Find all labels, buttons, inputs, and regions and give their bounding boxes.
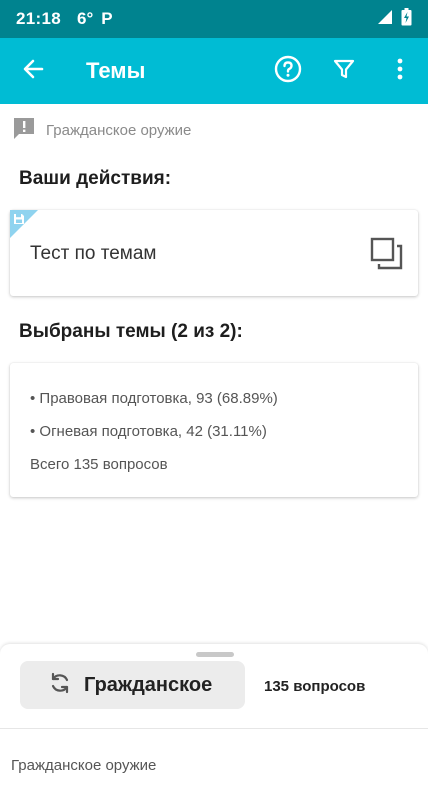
- topic-row: • Правовая подготовка, 93 (68.89%): [30, 390, 278, 407]
- copy-icon: [370, 237, 404, 276]
- category-switch-button[interactable]: Гражданское: [20, 661, 245, 709]
- topic-test-label: Тест по темам: [30, 243, 157, 264]
- more-menu-button[interactable]: [372, 38, 428, 104]
- total-questions: Всего 135 вопросов: [30, 456, 168, 473]
- refresh-icon: [48, 671, 72, 700]
- app-bar-actions: [260, 38, 428, 104]
- parking-icon: P: [101, 9, 113, 28]
- save-icon: [13, 212, 25, 230]
- more-vert-icon: [397, 58, 403, 85]
- category-label: Гражданское оружие: [46, 121, 192, 139]
- app-bar: Темы: [0, 38, 428, 104]
- status-bar: 21:18 6° P: [0, 0, 428, 38]
- actions-heading: Ваши действия:: [19, 168, 172, 189]
- filter-icon: [333, 58, 355, 85]
- battery-icon: [401, 7, 412, 31]
- status-icons: [377, 7, 412, 31]
- category-switch-label: Гражданское: [84, 673, 213, 696]
- signal-icon: [377, 9, 393, 30]
- topic-test-card[interactable]: Тест по темам: [10, 210, 418, 296]
- page-title: Темы: [86, 58, 146, 83]
- status-temperature: 6°: [76, 9, 94, 28]
- status-time: 21:18: [16, 9, 61, 28]
- question-count: 135 вопросов: [264, 678, 366, 695]
- help-circle-icon: [274, 55, 302, 88]
- selected-topics-heading: Выбраны темы (2 из 2):: [19, 321, 243, 342]
- category-line: Гражданское оружие: [12, 116, 191, 144]
- topic-row: • Огневая подготовка, 42 (31.11%): [30, 423, 267, 440]
- selected-topics-card: • Правовая подготовка, 93 (68.89%) • Огн…: [10, 363, 418, 497]
- filter-button[interactable]: [316, 38, 372, 104]
- back-button[interactable]: [0, 38, 66, 104]
- divider: [0, 728, 428, 729]
- help-button[interactable]: [260, 38, 316, 104]
- bottom-sheet: Гражданское 135 вопросов Гражданское ору…: [0, 644, 428, 800]
- report-icon: [12, 116, 36, 144]
- sheet-footer-label: Гражданское оружие: [11, 757, 157, 774]
- drag-handle[interactable]: [196, 652, 234, 657]
- back-arrow-icon: [22, 58, 44, 85]
